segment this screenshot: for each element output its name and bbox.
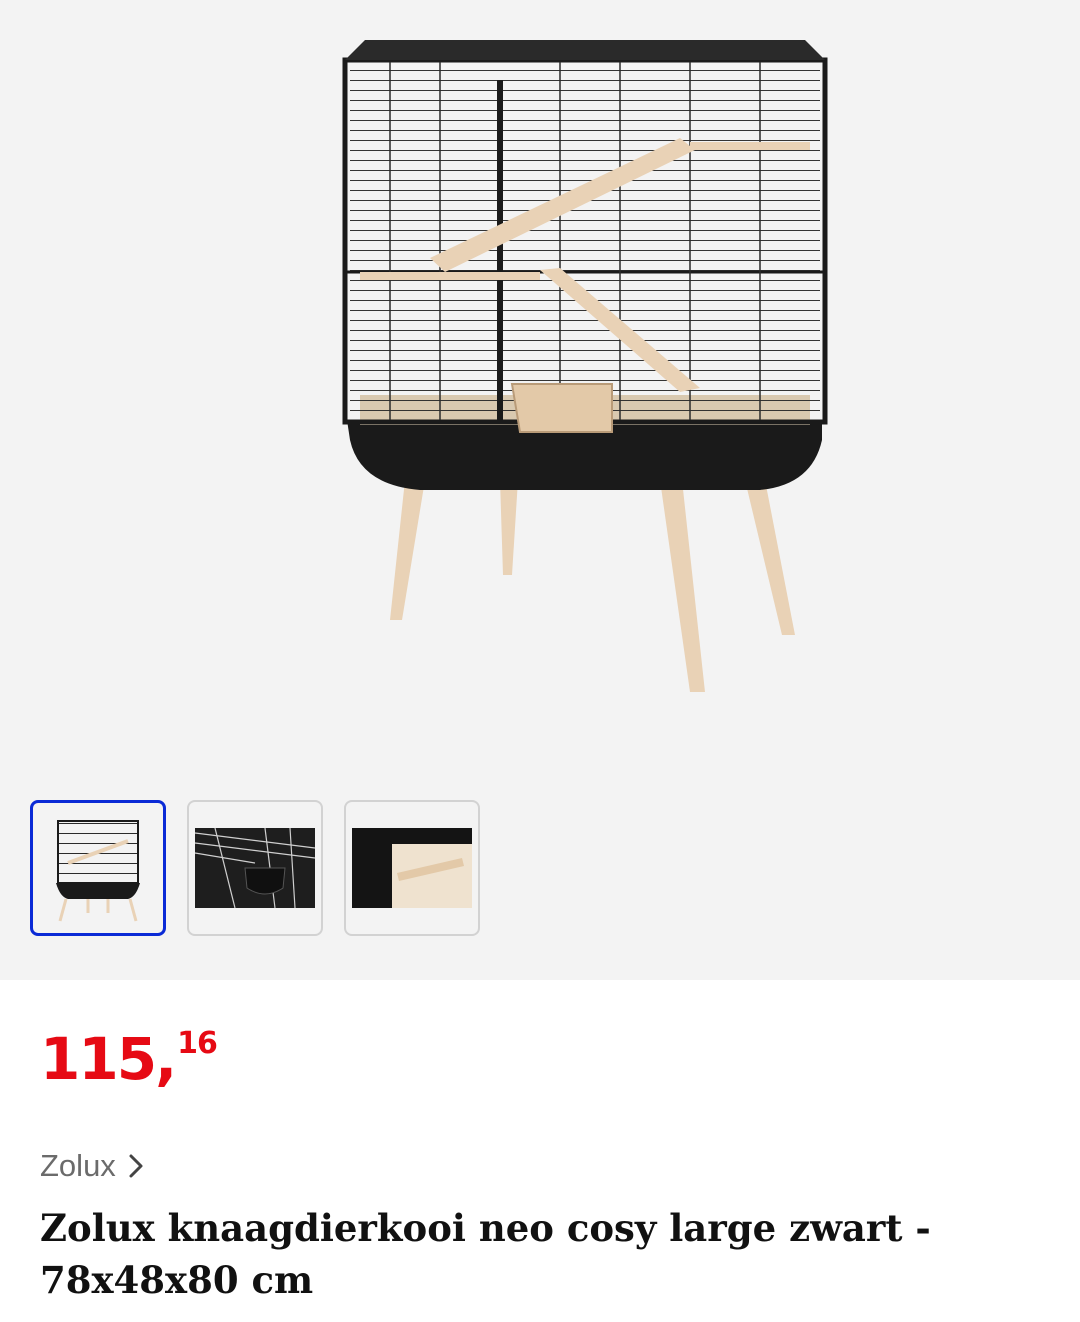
product-price: 115,16 [40,1029,218,1089]
chevron-right-icon [129,1154,143,1178]
thumbnail-cage-full-image [56,820,140,922]
thumbnail-cage-base-image [352,828,472,908]
price-cents: 16 [177,1026,218,1061]
price-whole: 115 [40,1025,157,1093]
product-gallery [0,0,1080,980]
thumbnail-2[interactable] [187,800,323,936]
brand-link[interactable]: Zolux [40,1148,144,1184]
product-title: Zolux knaagdierkooi neo cosy large zwart… [40,1206,931,1302]
thumbnail-cage-door-image [195,828,315,908]
main-product-image[interactable] [0,0,1080,760]
brand-name: Zolux [40,1148,116,1183]
thumbnail-strip [30,800,480,936]
thumbnail-3[interactable] [344,800,480,936]
thumbnail-1[interactable] [30,800,166,936]
price-separator: , [155,1025,178,1093]
